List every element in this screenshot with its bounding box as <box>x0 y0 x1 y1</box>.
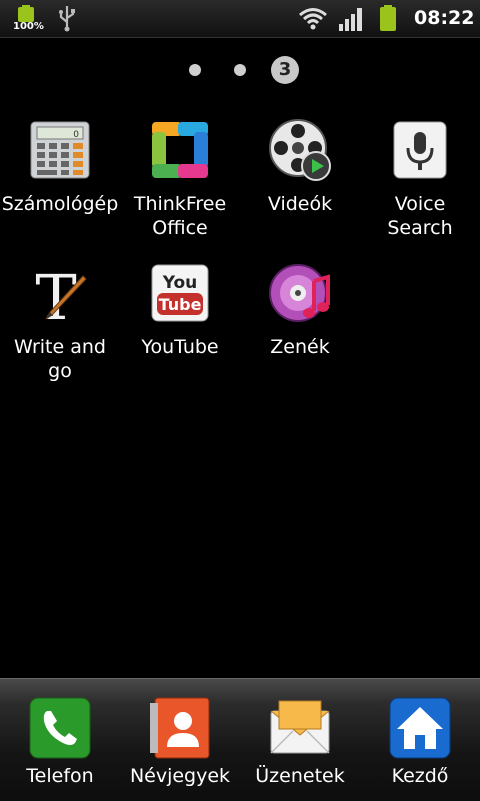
app-label: ThinkFree Office <box>133 193 227 239</box>
write-and-go-icon: T <box>35 261 87 325</box>
battery-percent: 100% <box>13 21 44 32</box>
dock: Telefon Névjegyek Üzenetek Kezdő <box>0 678 480 801</box>
dock-messages[interactable]: Üzenetek <box>240 697 360 787</box>
music-disc-icon <box>269 264 330 322</box>
dock-phone[interactable]: Telefon <box>0 697 120 787</box>
app-label: Write and go <box>14 336 106 382</box>
dock-label: Telefon <box>26 765 94 787</box>
page-dot[interactable] <box>189 64 201 76</box>
app-youtube[interactable]: You Tube YouTube <box>120 261 240 359</box>
youtube-icon: You Tube <box>151 264 209 322</box>
app-write-and-go[interactable]: T Write and go <box>0 261 120 383</box>
current-page-indicator[interactable]: 3 <box>271 56 299 84</box>
svg-text:You: You <box>162 273 198 293</box>
home-icon <box>389 697 451 759</box>
dock-label: Névjegyek <box>129 765 231 787</box>
page-indicator[interactable]: 3 <box>0 56 480 84</box>
dock-label: Kezdő <box>391 765 449 787</box>
wifi-icon <box>299 8 327 30</box>
calculator-icon: 0 <box>30 121 90 179</box>
dock-home[interactable]: Kezdő <box>360 697 480 787</box>
app-videos[interactable]: Videók <box>240 118 360 216</box>
dock-contacts[interactable]: Névjegyek <box>120 697 240 787</box>
contacts-icon <box>150 697 210 759</box>
app-label: Videók <box>267 193 333 215</box>
app-voice-search[interactable]: Voice Search <box>360 118 480 240</box>
app-music[interactable]: Zenék <box>240 261 360 359</box>
app-label: Voice Search <box>387 193 453 239</box>
page-dot[interactable] <box>234 64 246 76</box>
envelope-icon <box>270 700 330 754</box>
app-label: Zenék <box>270 336 330 358</box>
thinkfree-office-icon <box>152 122 208 178</box>
app-label: YouTube <box>141 336 219 358</box>
app-label: Számológép <box>1 193 119 215</box>
battery-icon <box>18 5 34 22</box>
app-calculator[interactable]: 0 Számológép <box>0 118 120 216</box>
microphone-icon <box>393 121 447 179</box>
signal-icon <box>339 8 362 31</box>
usb-icon <box>59 6 75 32</box>
phone-icon <box>29 697 91 759</box>
svg-text:0: 0 <box>73 130 79 140</box>
dock-label: Üzenetek <box>255 765 345 787</box>
battery-icon <box>380 5 396 31</box>
svg-text:Tube: Tube <box>159 295 202 314</box>
status-bar[interactable]: 100% 08:22 <box>0 0 480 38</box>
app-thinkfree-office[interactable]: ThinkFree Office <box>120 118 240 240</box>
clock: 08:22 <box>414 7 475 29</box>
video-reel-icon <box>269 119 331 181</box>
